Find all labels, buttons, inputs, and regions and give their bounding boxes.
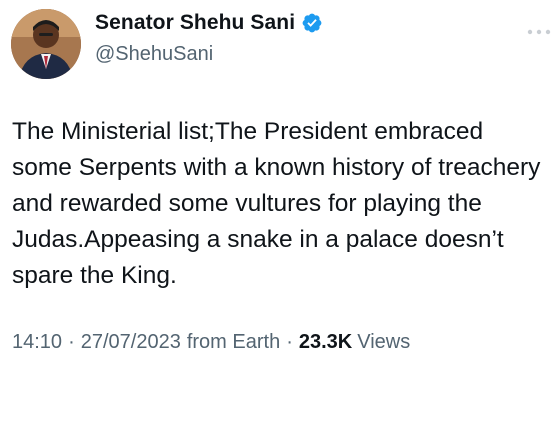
author-name-row: Senator Shehu Sani — [95, 11, 323, 35]
verified-badge-icon[interactable] — [301, 12, 323, 34]
views-label[interactable]: Views — [357, 331, 410, 354]
tweet-time[interactable]: 14:10 — [12, 331, 62, 354]
views-count[interactable]: 23.3K — [299, 331, 352, 354]
author-avatar[interactable] — [11, 9, 81, 79]
tweet-source: from Earth — [186, 331, 281, 353]
tweet-text: The Ministerial list;The President embra… — [12, 118, 541, 289]
author-handle[interactable]: @ShehuSani — [95, 43, 213, 66]
meta-separator-2: · — [286, 331, 293, 353]
meta-separator: · — [68, 331, 75, 353]
more-options-icon[interactable] — [526, 24, 552, 35]
avatar-image — [11, 9, 81, 79]
tweet-date[interactable]: 27/07/2023 — [81, 331, 181, 354]
tweet-card: Senator Shehu Sani @ShehuSani The Minist… — [0, 0, 555, 432]
tweet-metadata: 14:10 · 27/07/2023 from Earth · 23.3K Vi… — [12, 331, 410, 354]
author-display-name[interactable]: Senator Shehu Sani — [95, 11, 295, 35]
